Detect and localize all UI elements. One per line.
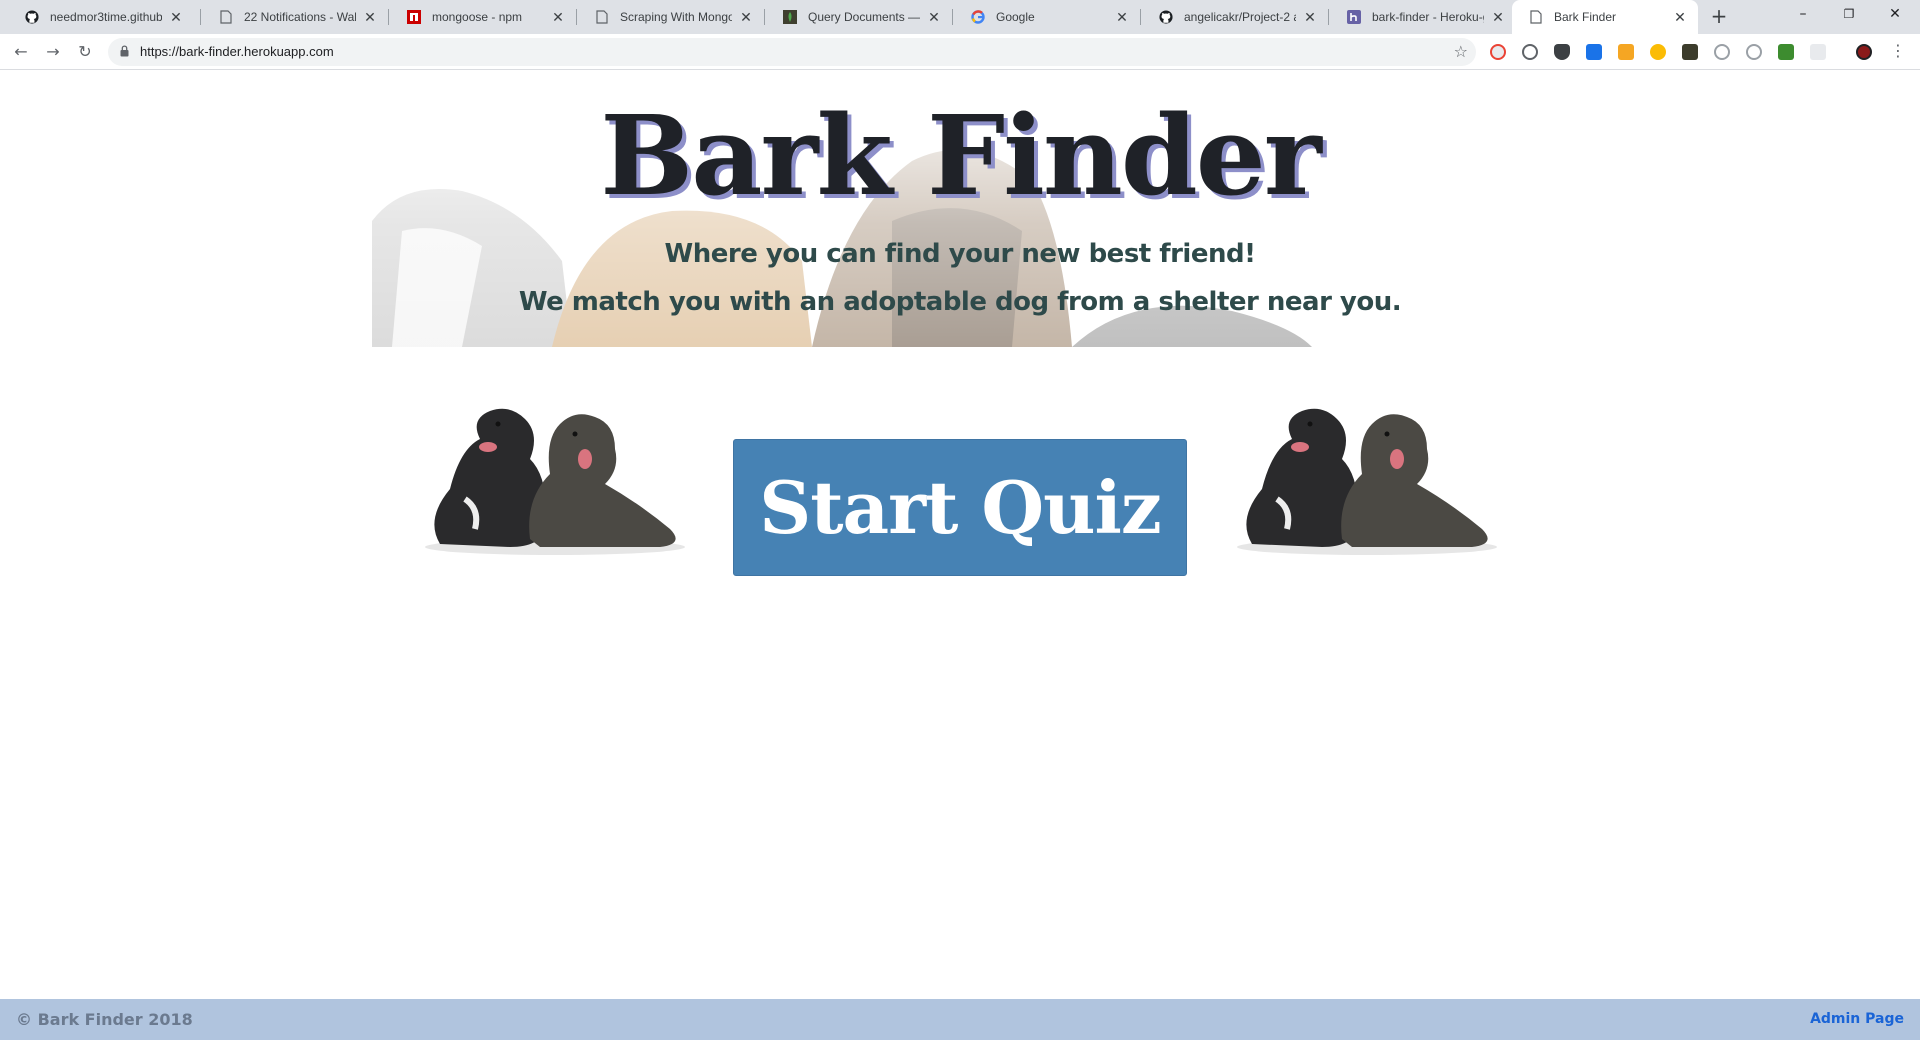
npm-icon (406, 9, 422, 25)
browser-tab-active[interactable]: Bark Finder ✕ (1512, 0, 1698, 34)
extension-blank-icon[interactable] (1810, 44, 1826, 60)
close-icon[interactable]: ✕ (168, 9, 184, 25)
forward-button[interactable]: → (41, 40, 65, 64)
tab-title: angelicakr/Project-2 at (1184, 10, 1296, 24)
tab-title: Bark Finder (1554, 10, 1617, 24)
dogs-image-right (1237, 408, 1497, 555)
page-icon (594, 9, 610, 25)
minimize-button[interactable]: – (1780, 0, 1826, 30)
tagline-secondary: We match you with an adoptable dog from … (518, 287, 1402, 317)
extension-red-icon[interactable] (1490, 44, 1506, 60)
close-window-button[interactable]: ✕ (1872, 0, 1918, 30)
copyright-text: © Bark Finder 2018 (16, 1010, 193, 1029)
extension-ruler-icon[interactable] (1618, 44, 1634, 60)
address-bar[interactable]: https://bark-finder.herokuapp.com ☆ (108, 38, 1476, 66)
tab-divider (952, 9, 953, 25)
new-tab-button[interactable]: + (1707, 5, 1731, 29)
tab-title: Scraping With Mongoo (620, 10, 732, 24)
close-icon[interactable]: ✕ (550, 9, 566, 25)
tab-divider (576, 9, 577, 25)
browser-tab[interactable]: Scraping With Mongoo ✕ (578, 0, 764, 34)
close-icon[interactable]: ✕ (362, 9, 378, 25)
star-icon[interactable]: ☆ (1454, 42, 1468, 61)
admin-page-link[interactable]: Admin Page (1810, 1011, 1904, 1027)
browser-tab[interactable]: mongoose - npm ✕ (390, 0, 576, 34)
browser-tab[interactable]: 22 Notifications - Wall ✕ (202, 0, 388, 34)
github-icon (24, 9, 40, 25)
tab-divider (1140, 9, 1141, 25)
tab-title: bark-finder - Heroku-g (1372, 10, 1484, 24)
tab-title: needmor3time.github.i (50, 10, 162, 24)
extension-info-icon[interactable] (1746, 44, 1762, 60)
extension-cors-icon[interactable] (1778, 44, 1794, 60)
tab-divider (764, 9, 765, 25)
reload-button[interactable]: ↻ (73, 40, 97, 64)
extension-headphones-icon[interactable] (1714, 44, 1730, 60)
tab-strip: needmor3time.github.i ✕ 22 Notifications… (0, 0, 1920, 34)
menu-icon[interactable]: ⋮ (1890, 43, 1906, 60)
reload-icon: ↻ (78, 42, 92, 61)
browser-tab[interactable]: Google ✕ (954, 0, 1140, 34)
lock-icon (120, 45, 129, 57)
extension-shield-icon[interactable] (1554, 44, 1570, 60)
mongodb-icon (782, 9, 798, 25)
tab-divider (388, 9, 389, 25)
close-icon[interactable]: ✕ (1672, 9, 1688, 25)
tab-title: Query Documents — M (808, 10, 920, 24)
arrow-left-icon: ← (14, 42, 28, 61)
browser-tab[interactable]: bark-finder - Heroku-g ✕ (1330, 0, 1516, 34)
browser-tab[interactable]: Query Documents — M ✕ (766, 0, 952, 34)
page-title: Bark Finder (600, 91, 1321, 220)
restore-button[interactable]: ❐ (1826, 0, 1872, 30)
extension-check-icon[interactable] (1682, 44, 1698, 60)
page: Bark Finder Where you can find your new … (0, 71, 1920, 1040)
tab-divider (200, 9, 201, 25)
close-icon[interactable]: ✕ (1490, 9, 1506, 25)
google-icon (970, 9, 986, 25)
extension-search-icon[interactable] (1650, 44, 1666, 60)
tagline-primary: Where you can find your new best friend! (664, 239, 1256, 269)
browser-tab[interactable]: angelicakr/Project-2 at ✕ (1142, 0, 1328, 34)
tab-title: 22 Notifications - Wall (244, 10, 356, 24)
start-quiz-button[interactable]: Start Quiz (733, 439, 1187, 576)
tab-divider (1328, 9, 1329, 25)
arrow-right-icon: → (46, 42, 60, 61)
footer: © Bark Finder 2018 Admin Page (0, 999, 1920, 1040)
dogs-image-left (425, 408, 685, 555)
extension-pen-icon[interactable] (1586, 44, 1602, 60)
back-button[interactable]: ← (9, 40, 33, 64)
page-icon (1528, 9, 1544, 25)
tab-title: Google (996, 10, 1035, 24)
avatar[interactable] (1856, 44, 1872, 60)
close-icon[interactable]: ✕ (738, 9, 754, 25)
tab-title: mongoose - npm (432, 10, 523, 24)
close-icon[interactable]: ✕ (926, 9, 942, 25)
page-icon (218, 9, 234, 25)
extension-cloud-icon[interactable] (1522, 44, 1538, 60)
browser-toolbar: ← → ↻ https://bark-finder.herokuapp.com … (0, 34, 1920, 70)
github-icon (1158, 9, 1174, 25)
close-icon[interactable]: ✕ (1114, 9, 1130, 25)
url-text: https://bark-finder.herokuapp.com (140, 44, 334, 59)
heroku-icon (1346, 9, 1362, 25)
close-icon[interactable]: ✕ (1302, 9, 1318, 25)
browser-tab[interactable]: needmor3time.github.i ✕ (8, 0, 194, 34)
